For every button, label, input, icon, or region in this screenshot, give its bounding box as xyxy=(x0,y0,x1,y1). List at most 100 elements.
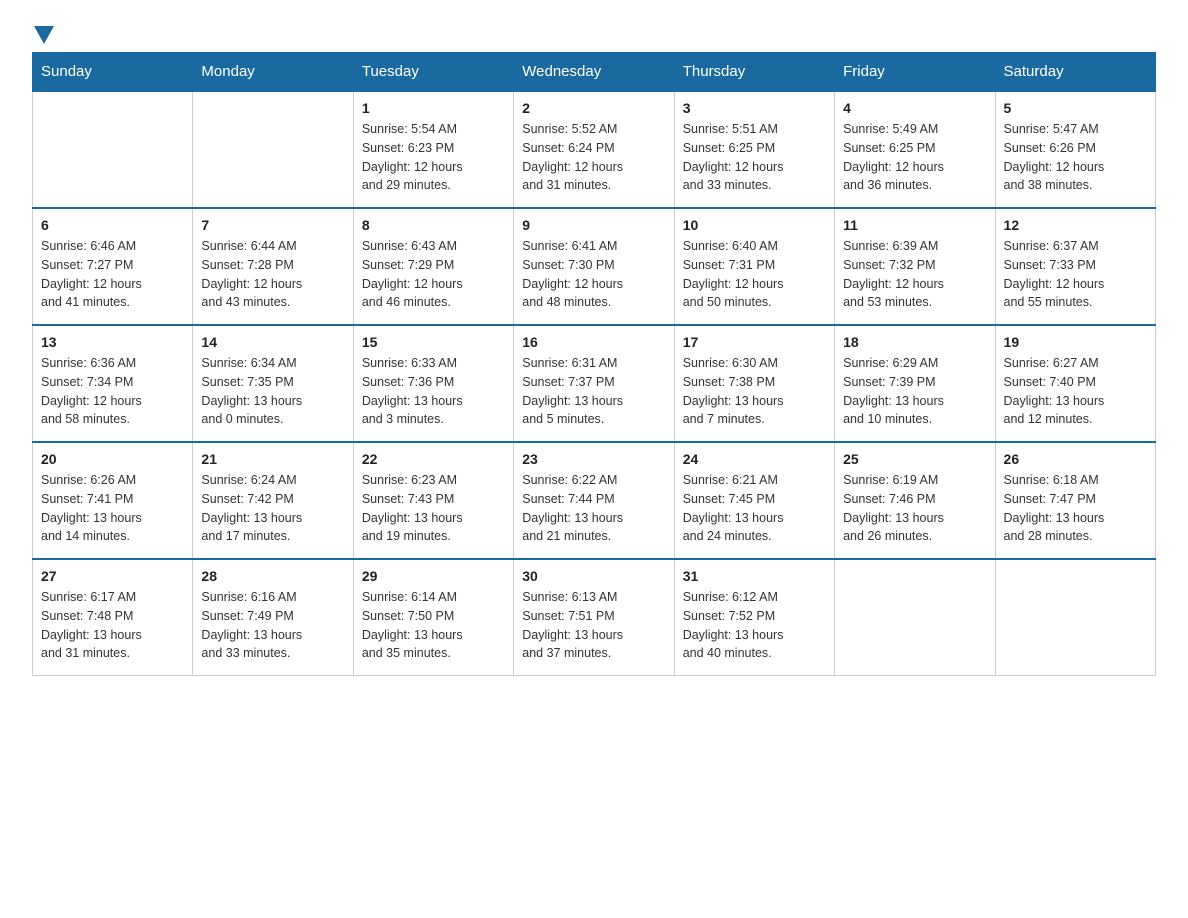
calendar-header-row: SundayMondayTuesdayWednesdayThursdayFrid… xyxy=(33,53,1156,92)
day-number: 9 xyxy=(522,217,665,233)
day-info: Sunrise: 6:14 AMSunset: 7:50 PMDaylight:… xyxy=(362,588,505,663)
day-info: Sunrise: 6:22 AMSunset: 7:44 PMDaylight:… xyxy=(522,471,665,546)
day-info: Sunrise: 6:31 AMSunset: 7:37 PMDaylight:… xyxy=(522,354,665,429)
calendar-cell: 22Sunrise: 6:23 AMSunset: 7:43 PMDayligh… xyxy=(353,442,513,559)
day-info: Sunrise: 5:54 AMSunset: 6:23 PMDaylight:… xyxy=(362,120,505,195)
day-number: 20 xyxy=(41,451,184,467)
calendar-week-row: 1 Sunrise: 5:54 AMSunset: 6:23 PMDaylight… xyxy=(33,91,1156,208)
calendar-cell: 29 Sunrise: 6:14 AMSunset: 7:50 PMDayligh… xyxy=(353,559,513,676)
day-info: Sunrise: 6:17 AMSunset: 7:48 PMDaylight:… xyxy=(41,588,184,663)
calendar-cell: 30 Sunrise: 6:13 AMSunset: 7:51 PMDayligh… xyxy=(514,559,674,676)
day-number: 2 xyxy=(522,100,665,116)
weekday-header-tuesday: Tuesday xyxy=(353,53,513,92)
day-number: 4 xyxy=(843,100,986,116)
calendar-cell: 16 Sunrise: 6:31 AMSunset: 7:37 PMDayligh… xyxy=(514,325,674,442)
day-number: 24 xyxy=(683,451,826,467)
page-header xyxy=(32,24,1156,40)
weekday-header-friday: Friday xyxy=(835,53,995,92)
calendar-cell: 1 Sunrise: 5:54 AMSunset: 6:23 PMDaylight… xyxy=(353,91,513,208)
calendar-cell: 6 Sunrise: 6:46 AMSunset: 7:27 PMDaylight… xyxy=(33,208,193,325)
day-number: 17 xyxy=(683,334,826,350)
day-number: 23 xyxy=(522,451,665,467)
calendar-cell: 3 Sunrise: 5:51 AMSunset: 6:25 PMDaylight… xyxy=(674,91,834,208)
calendar-cell: 17 Sunrise: 6:30 AMSunset: 7:38 PMDayligh… xyxy=(674,325,834,442)
day-info: Sunrise: 6:13 AMSunset: 7:51 PMDaylight:… xyxy=(522,588,665,663)
day-info: Sunrise: 6:44 AMSunset: 7:28 PMDaylight:… xyxy=(201,237,344,312)
calendar-cell: 20 Sunrise: 6:26 AMSunset: 7:41 PMDayligh… xyxy=(33,442,193,559)
calendar-cell: 23 Sunrise: 6:22 AMSunset: 7:44 PMDayligh… xyxy=(514,442,674,559)
calendar-cell: 9 Sunrise: 6:41 AMSunset: 7:30 PMDaylight… xyxy=(514,208,674,325)
calendar-cell: 26 Sunrise: 6:18 AMSunset: 7:47 PMDayligh… xyxy=(995,442,1155,559)
weekday-header-thursday: Thursday xyxy=(674,53,834,92)
calendar-cell: 11 Sunrise: 6:39 AMSunset: 7:32 PMDayligh… xyxy=(835,208,995,325)
day-number: 3 xyxy=(683,100,826,116)
day-info: Sunrise: 6:46 AMSunset: 7:27 PMDaylight:… xyxy=(41,237,184,312)
day-info: Sunrise: 6:12 AMSunset: 7:52 PMDaylight:… xyxy=(683,588,826,663)
day-info: Sunrise: 6:24 AMSunset: 7:42 PMDaylight:… xyxy=(201,471,344,546)
day-number: 26 xyxy=(1004,451,1147,467)
day-info: Sunrise: 6:39 AMSunset: 7:32 PMDaylight:… xyxy=(843,237,986,312)
calendar-week-row: 20 Sunrise: 6:26 AMSunset: 7:41 PMDayligh… xyxy=(33,442,1156,559)
calendar-table: SundayMondayTuesdayWednesdayThursdayFrid… xyxy=(32,52,1156,676)
calendar-cell: 4 Sunrise: 5:49 AMSunset: 6:25 PMDaylight… xyxy=(835,91,995,208)
day-info: Sunrise: 6:41 AMSunset: 7:30 PMDaylight:… xyxy=(522,237,665,312)
day-number: 27 xyxy=(41,568,184,584)
calendar-cell: 13Sunrise: 6:36 AMSunset: 7:34 PMDayligh… xyxy=(33,325,193,442)
day-number: 21 xyxy=(201,451,344,467)
day-info: Sunrise: 6:26 AMSunset: 7:41 PMDaylight:… xyxy=(41,471,184,546)
day-info: Sunrise: 5:51 AMSunset: 6:25 PMDaylight:… xyxy=(683,120,826,195)
day-info: Sunrise: 6:23 AMSunset: 7:43 PMDaylight:… xyxy=(362,471,505,546)
day-info: Sunrise: 6:18 AMSunset: 7:47 PMDaylight:… xyxy=(1004,471,1147,546)
day-number: 16 xyxy=(522,334,665,350)
day-number: 14 xyxy=(201,334,344,350)
weekday-header-monday: Monday xyxy=(193,53,353,92)
day-number: 30 xyxy=(522,568,665,584)
weekday-header-saturday: Saturday xyxy=(995,53,1155,92)
day-info: Sunrise: 6:30 AMSunset: 7:38 PMDaylight:… xyxy=(683,354,826,429)
day-info: Sunrise: 6:36 AMSunset: 7:34 PMDaylight:… xyxy=(41,354,184,429)
logo-triangle-icon xyxy=(34,26,54,44)
day-number: 7 xyxy=(201,217,344,233)
day-number: 8 xyxy=(362,217,505,233)
day-info: Sunrise: 6:33 AMSunset: 7:36 PMDaylight:… xyxy=(362,354,505,429)
calendar-cell: 12 Sunrise: 6:37 AMSunset: 7:33 PMDayligh… xyxy=(995,208,1155,325)
day-info: Sunrise: 6:40 AMSunset: 7:31 PMDaylight:… xyxy=(683,237,826,312)
calendar-cell: 31Sunrise: 6:12 AMSunset: 7:52 PMDayligh… xyxy=(674,559,834,676)
calendar-cell: 27 Sunrise: 6:17 AMSunset: 7:48 PMDayligh… xyxy=(33,559,193,676)
day-info: Sunrise: 5:47 AMSunset: 6:26 PMDaylight:… xyxy=(1004,120,1147,195)
day-number: 28 xyxy=(201,568,344,584)
calendar-cell xyxy=(193,91,353,208)
day-info: Sunrise: 5:49 AMSunset: 6:25 PMDaylight:… xyxy=(843,120,986,195)
day-number: 15 xyxy=(362,334,505,350)
calendar-cell xyxy=(995,559,1155,676)
calendar-cell: 7 Sunrise: 6:44 AMSunset: 7:28 PMDaylight… xyxy=(193,208,353,325)
calendar-week-row: 27 Sunrise: 6:17 AMSunset: 7:48 PMDayligh… xyxy=(33,559,1156,676)
calendar-cell: 24 Sunrise: 6:21 AMSunset: 7:45 PMDayligh… xyxy=(674,442,834,559)
calendar-cell xyxy=(835,559,995,676)
calendar-cell: 15 Sunrise: 6:33 AMSunset: 7:36 PMDayligh… xyxy=(353,325,513,442)
day-number: 11 xyxy=(843,217,986,233)
day-number: 18 xyxy=(843,334,986,350)
day-number: 19 xyxy=(1004,334,1147,350)
calendar-cell: 28 Sunrise: 6:16 AMSunset: 7:49 PMDayligh… xyxy=(193,559,353,676)
logo xyxy=(32,24,54,40)
calendar-cell: 21 Sunrise: 6:24 AMSunset: 7:42 PMDayligh… xyxy=(193,442,353,559)
calendar-cell: 18Sunrise: 6:29 AMSunset: 7:39 PMDayligh… xyxy=(835,325,995,442)
day-info: Sunrise: 6:43 AMSunset: 7:29 PMDaylight:… xyxy=(362,237,505,312)
calendar-week-row: 6 Sunrise: 6:46 AMSunset: 7:27 PMDaylight… xyxy=(33,208,1156,325)
day-info: Sunrise: 6:16 AMSunset: 7:49 PMDaylight:… xyxy=(201,588,344,663)
day-number: 1 xyxy=(362,100,505,116)
day-number: 12 xyxy=(1004,217,1147,233)
calendar-cell: 19 Sunrise: 6:27 AMSunset: 7:40 PMDayligh… xyxy=(995,325,1155,442)
calendar-cell: 25Sunrise: 6:19 AMSunset: 7:46 PMDayligh… xyxy=(835,442,995,559)
day-info: Sunrise: 6:27 AMSunset: 7:40 PMDaylight:… xyxy=(1004,354,1147,429)
calendar-week-row: 13Sunrise: 6:36 AMSunset: 7:34 PMDayligh… xyxy=(33,325,1156,442)
day-info: Sunrise: 6:37 AMSunset: 7:33 PMDaylight:… xyxy=(1004,237,1147,312)
calendar-cell: 10Sunrise: 6:40 AMSunset: 7:31 PMDayligh… xyxy=(674,208,834,325)
calendar-cell xyxy=(33,91,193,208)
day-number: 6 xyxy=(41,217,184,233)
calendar-cell: 8 Sunrise: 6:43 AMSunset: 7:29 PMDaylight… xyxy=(353,208,513,325)
weekday-header-sunday: Sunday xyxy=(33,53,193,92)
day-info: Sunrise: 6:21 AMSunset: 7:45 PMDaylight:… xyxy=(683,471,826,546)
day-number: 29 xyxy=(362,568,505,584)
